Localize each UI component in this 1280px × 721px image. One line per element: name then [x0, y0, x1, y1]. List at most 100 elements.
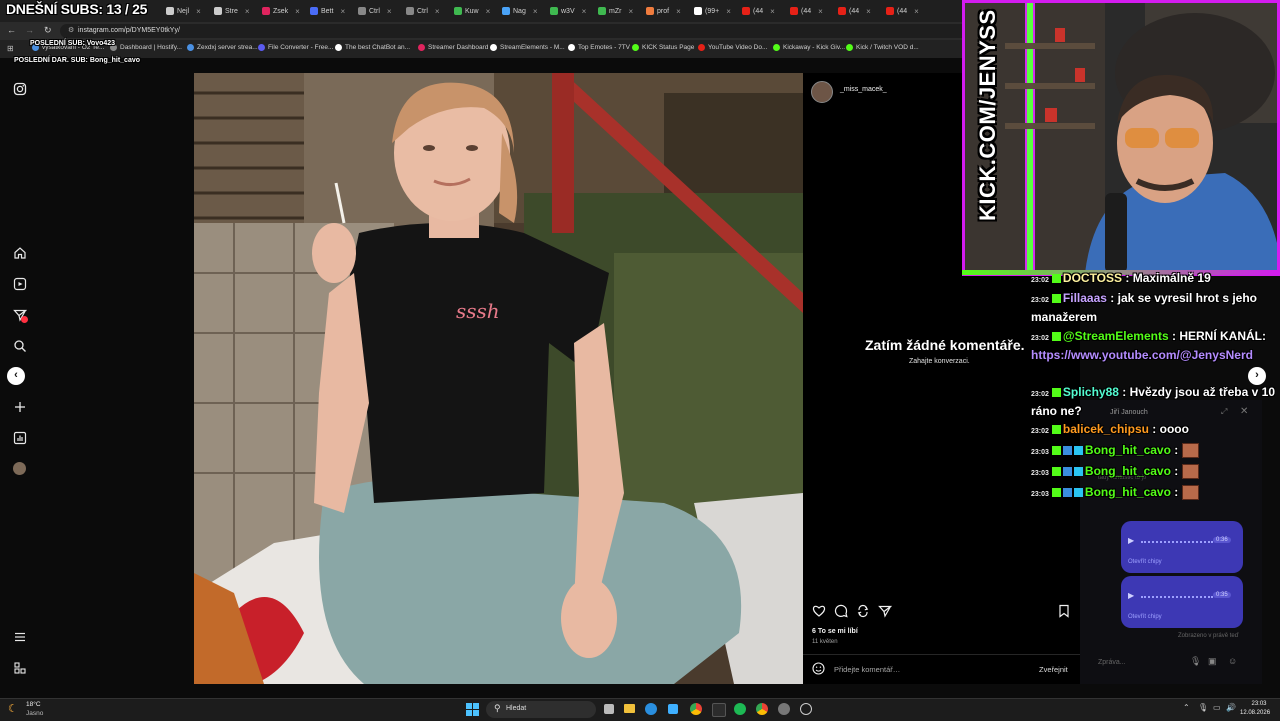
bookmark-item[interactable]: Kick / Twitch VOD d...	[846, 44, 919, 51]
edge-icon[interactable]	[645, 703, 657, 715]
site-info-icon[interactable]: ⚙	[68, 26, 74, 34]
microphone-tray-icon[interactable]: 🎙	[1198, 703, 1208, 712]
bookmark-item[interactable]: Top Emotes - 7TV	[568, 44, 630, 51]
image-icon[interactable]: ▣	[1208, 656, 1217, 667]
clock-date[interactable]: 12.08.2026	[1240, 710, 1270, 716]
voice-message-2[interactable]: ▶ 0:35 Otevřít chipy	[1121, 576, 1243, 628]
browser-tab[interactable]: prof ×	[646, 3, 681, 19]
browser-tab[interactable]: Zsek ×	[262, 3, 300, 19]
bookmark-item[interactable]: KICK Status Page	[632, 44, 694, 51]
chat-username[interactable]: DOCTOSS	[1063, 271, 1122, 285]
open-chips-2[interactable]: Otevřít chipy	[1128, 614, 1162, 620]
weather-temp[interactable]: 18°C	[26, 701, 41, 708]
emoji-icon[interactable]	[812, 662, 825, 675]
bookmark-item[interactable]: Zexdxj server strea...	[187, 44, 258, 51]
address-bar[interactable]: ⚙ instagram.com/p/DYM5EY0tkYy/	[60, 24, 1060, 38]
save-icon[interactable]	[1057, 604, 1071, 618]
back-icon[interactable]: ←	[7, 25, 16, 35]
dashboard-icon[interactable]	[13, 431, 27, 445]
tab-close-icon[interactable]: ×	[533, 7, 538, 16]
tab-close-icon[interactable]: ×	[196, 7, 201, 16]
comment-icon[interactable]	[834, 604, 848, 618]
tab-close-icon[interactable]: ×	[245, 7, 250, 16]
tray-overflow-icon[interactable]: ⌃	[1183, 703, 1190, 712]
tab-close-icon[interactable]: ×	[340, 7, 345, 16]
browser-tab[interactable]: (44 ×	[886, 3, 919, 19]
browser-tab[interactable]: (44 ×	[790, 3, 823, 19]
file-explorer-icon[interactable]	[624, 704, 635, 713]
browser-tab[interactable]: (99+ ×	[694, 3, 731, 19]
apps-icon[interactable]: ⊞	[7, 44, 14, 53]
volume-icon[interactable]: 🔊	[1226, 703, 1236, 712]
browser-tab[interactable]: w3V ×	[550, 3, 586, 19]
search-icon[interactable]	[13, 339, 27, 353]
weather-icon[interactable]: ☾	[8, 702, 18, 715]
author-avatar[interactable]	[811, 81, 833, 103]
chat-link[interactable]: https://www.youtube.com/@JenysNerd	[1031, 348, 1253, 362]
windows-start-icon[interactable]	[466, 703, 479, 716]
bookmark-item[interactable]: Dashboard | Hostify...	[110, 44, 182, 51]
tab-close-icon[interactable]: ×	[387, 7, 392, 16]
clock-time[interactable]: 23:03	[1244, 701, 1274, 707]
chat-username[interactable]: @StreamElements	[1063, 329, 1169, 343]
taskbar-search[interactable]: ⚲ Hledat	[486, 701, 596, 718]
chat-username[interactable]: Splichy88	[1063, 385, 1119, 399]
create-icon[interactable]	[13, 400, 27, 414]
obs-icon[interactable]	[712, 703, 726, 717]
next-post-button[interactable]: ›	[1248, 367, 1266, 385]
tab-close-icon[interactable]: ×	[435, 7, 440, 16]
forward-icon[interactable]: →	[25, 25, 34, 35]
tab-close-icon[interactable]: ×	[770, 7, 775, 16]
task-view-icon[interactable]	[604, 704, 614, 714]
store-icon[interactable]	[668, 704, 678, 714]
share-icon[interactable]	[878, 604, 893, 618]
meta-apps-icon[interactable]	[13, 661, 27, 675]
browser-tab[interactable]: Ctrl ×	[358, 3, 392, 19]
chat-username[interactable]: Bong_hit_cavo	[1085, 464, 1171, 478]
media-player-icon[interactable]	[800, 703, 812, 715]
chrome-active-icon[interactable]	[756, 703, 768, 715]
bookmark-item[interactable]: File Converter - Free...	[258, 44, 333, 51]
tab-close-icon[interactable]: ×	[628, 7, 633, 16]
chat-username[interactable]: Bong_hit_cavo	[1085, 443, 1171, 457]
profile-avatar[interactable]	[13, 462, 26, 475]
repost-icon[interactable]	[856, 604, 870, 618]
bookmark-item[interactable]: StreamElements - M...	[490, 44, 565, 51]
browser-tab[interactable]: Nejl ×	[166, 3, 201, 19]
menu-icon[interactable]	[13, 630, 27, 644]
open-chips-1[interactable]: Otevřít chipy	[1128, 559, 1162, 565]
voice-message-1[interactable]: ▶ 0:36 Otevřít chipy	[1121, 521, 1243, 573]
microphone-icon[interactable]: 🎙	[1190, 656, 1201, 667]
network-icon[interactable]: ▭	[1213, 703, 1221, 712]
tab-close-icon[interactable]: ×	[818, 7, 823, 16]
tab-close-icon[interactable]: ×	[726, 7, 731, 16]
dm-input[interactable]: Zpráva...	[1098, 659, 1126, 666]
browser-tab[interactable]: Nag ×	[502, 3, 538, 19]
tab-close-icon[interactable]: ×	[486, 7, 491, 16]
likes-count[interactable]: 6 To se mi líbí	[812, 628, 858, 635]
tab-close-icon[interactable]: ×	[914, 7, 919, 16]
tab-close-icon[interactable]: ×	[582, 7, 587, 16]
home-icon[interactable]	[13, 246, 27, 260]
spotify-icon[interactable]	[734, 703, 746, 715]
post-comment-button[interactable]: Zveřejnit	[1039, 665, 1068, 674]
play-icon[interactable]: ▶	[1128, 591, 1134, 600]
settings-icon[interactable]	[778, 703, 790, 715]
tab-close-icon[interactable]: ×	[676, 7, 681, 16]
reload-icon[interactable]: ↻	[44, 25, 52, 36]
tab-close-icon[interactable]: ×	[295, 7, 300, 16]
instagram-logo-icon[interactable]	[13, 82, 27, 96]
chat-username[interactable]: Fillaaas	[1063, 291, 1107, 305]
messages-icon[interactable]	[13, 308, 28, 323]
browser-tab[interactable]: mZr ×	[598, 3, 633, 19]
browser-tab[interactable]: Bett ×	[310, 3, 345, 19]
browser-tab[interactable]: Kuw ×	[454, 3, 490, 19]
bookmark-item[interactable]: YouTube Video Do...	[698, 44, 767, 51]
previous-post-button[interactable]: ‹	[7, 367, 25, 385]
reels-icon[interactable]	[13, 277, 27, 291]
bookmark-item[interactable]: The best ChatBot an...	[335, 44, 410, 51]
comment-input[interactable]: Přidejte komentář…	[834, 665, 900, 674]
like-icon[interactable]	[812, 604, 826, 618]
browser-tab[interactable]: (44 ×	[742, 3, 775, 19]
tab-close-icon[interactable]: ×	[866, 7, 871, 16]
